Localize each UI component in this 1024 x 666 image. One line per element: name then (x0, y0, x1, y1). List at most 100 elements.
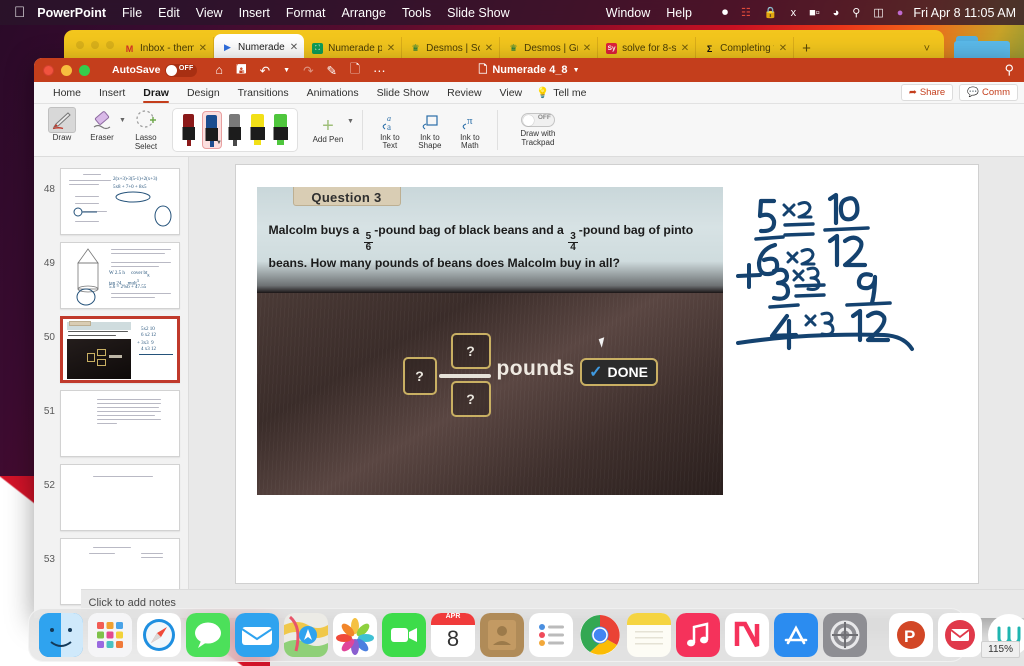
screen-lock-icon[interactable]: 🔒 (764, 6, 778, 19)
new-tab-button[interactable]: + (794, 40, 819, 60)
thumbnail-slide-50[interactable]: 50 5x2 10 6 x2 12 + 3x3 9 4 x3 12 (34, 309, 188, 383)
record-icon[interactable]: ⏺ (722, 5, 728, 20)
chevron-down-icon[interactable]: ▼ (573, 67, 580, 74)
close-icon[interactable]: ✕ (387, 43, 395, 54)
answer-box-denominator[interactable]: ? (450, 381, 491, 417)
browser-tab-desmos-graph[interactable]: ♛ Desmos | Grap ✕ (500, 37, 599, 60)
dock-app-music[interactable] (676, 613, 720, 657)
dock-app-app-store[interactable] (774, 613, 818, 657)
browser-tab-completing-the[interactable]: Σ Completing the ✕ (696, 37, 795, 60)
bluetooth-icon[interactable]: x (791, 7, 797, 19)
control-center-icon[interactable]: ◫ (873, 6, 883, 19)
dock-app-system-preferences[interactable] (823, 613, 867, 657)
search-icon[interactable]: ⚲ (1004, 62, 1014, 78)
menu-item-tools[interactable]: Tools (402, 6, 431, 20)
minimize-window-button[interactable] (61, 64, 72, 76)
tab-insert[interactable]: Insert (90, 82, 134, 104)
tab-home[interactable]: Home (44, 82, 90, 104)
tab-design[interactable]: Design (178, 82, 229, 104)
tab-view[interactable]: View (491, 82, 532, 104)
dock-app-launchpad[interactable] (88, 613, 132, 657)
dock-app-safari[interactable] (137, 613, 181, 657)
close-window-button[interactable] (43, 64, 54, 76)
browser-tab-symbolab[interactable]: Sy solve for 8-sqr ✕ (598, 37, 697, 60)
dock-app-contacts[interactable] (480, 613, 524, 657)
lasso-select-button[interactable]: Lasso Select (126, 107, 166, 152)
search-icon[interactable]: ⚲ (852, 6, 860, 19)
share-button[interactable]: ➦ Share (900, 84, 954, 101)
chrome-browser-window[interactable]: M Inbox - themida ✕ ▶ Numerade ✕ ⛶ Numer… (64, 30, 944, 60)
thumbnail-slide-52[interactable]: 52 (34, 457, 188, 531)
redo-icon[interactable]: ↷ (303, 63, 313, 78)
close-icon[interactable]: ✕ (681, 43, 689, 54)
browser-tab-inbox[interactable]: M Inbox - themida ✕ (116, 37, 214, 60)
menu-item-format[interactable]: Format (286, 6, 326, 20)
menubar-app-name[interactable]: PowerPoint (37, 6, 106, 20)
tab-transitions[interactable]: Transitions (229, 82, 298, 104)
close-icon[interactable]: ✕ (199, 43, 207, 54)
menu-item-window[interactable]: Window (606, 6, 650, 20)
menubar-clock[interactable]: Fri Apr 8 11:05 AM (913, 6, 1016, 20)
thumbnail-slide-49[interactable]: 49 W 2.5 h cover btg tan 24 mult3 5.6 = … (34, 235, 188, 309)
menu-item-edit[interactable]: Edit (158, 6, 180, 20)
tell-me-search[interactable]: 💡 Tell me (531, 86, 586, 100)
save-icon[interactable]: 🖪 (236, 60, 247, 81)
answer-box-whole[interactable]: ? (402, 357, 437, 395)
current-slide-canvas[interactable]: Question 3 Malcolm buys a 5 6 -pound bag… (80, 165, 1024, 615)
maximize-window-button[interactable] (79, 64, 90, 76)
ink-to-shape-button[interactable]: Ink to Shape (411, 110, 449, 151)
answer-box-numerator[interactable]: ? (450, 333, 491, 369)
ink-to-math-button[interactable]: π Ink to Math (451, 110, 489, 151)
pen-chevron-down-icon[interactable]: ▼ (216, 140, 222, 146)
menu-item-arrange[interactable]: Arrange (341, 6, 385, 20)
teams-icon[interactable]: ☷ (741, 6, 751, 19)
undo-icon[interactable]: ↶ (260, 63, 270, 78)
tab-animations[interactable]: Animations (298, 82, 368, 104)
dock-app-calendar[interactable]: APR 8 (431, 613, 475, 657)
green-highlighter[interactable] (271, 111, 291, 149)
dock-app-reminders[interactable] (529, 613, 573, 657)
embedded-question-screenshot[interactable]: Question 3 Malcolm buys a 5 6 -pound bag… (256, 187, 723, 495)
menu-item-file[interactable]: File (122, 6, 142, 20)
format-painter-icon[interactable]: ✎ (327, 63, 337, 78)
dock-app-news[interactable] (725, 613, 769, 657)
menu-item-view[interactable]: View (196, 6, 223, 20)
autosave-switch[interactable]: OFF (165, 63, 198, 77)
dock-app-notes[interactable] (627, 613, 671, 657)
browser-tab-desmos-science[interactable]: ♛ Desmos | Scien ✕ (402, 37, 501, 60)
dock-app-powerpoint[interactable]: P (889, 613, 933, 657)
dock-app-facetime[interactable] (382, 613, 426, 657)
tab-review[interactable]: Review (438, 82, 490, 104)
comments-button[interactable]: 💬 Comm (959, 84, 1018, 101)
eraser-chevron-down-icon[interactable]: ▼ (119, 117, 126, 124)
apple-logo-icon[interactable]:  (14, 5, 25, 20)
dock-app-mail[interactable] (235, 613, 279, 657)
chevron-down-icon[interactable]: ▼ (283, 67, 290, 74)
slide-thumbnail-panel[interactable]: 48 2(x+3)-3(5-1)+2(x+3) 5x8 + 7+0 + 8x5 (34, 157, 189, 618)
new-slide-icon[interactable]: 🗋 (350, 60, 360, 81)
wifi-icon[interactable]: ◕ (833, 7, 840, 19)
dock-app-maps[interactable] (284, 613, 328, 657)
menu-item-insert[interactable]: Insert (239, 6, 270, 20)
chevron-down-icon[interactable]: ˅ (924, 43, 930, 55)
draw-with-trackpad-toggle[interactable]: OFF Draw with Trackpad (510, 113, 566, 147)
home-icon[interactable]: ⌂ (215, 63, 223, 77)
yellow-highlighter[interactable] (248, 111, 268, 149)
autosave-toggle[interactable]: AutoSave OFF (112, 63, 198, 77)
eraser-tool-button[interactable]: Eraser (82, 107, 122, 142)
browser-tab-numerade[interactable]: ▶ Numerade ✕ (214, 34, 305, 60)
thumbnail-slide-48[interactable]: 48 2(x+3)-3(5-1)+2(x+3) 5x8 + 7+0 + 8x5 (34, 161, 188, 235)
siri-icon[interactable]: ● (897, 7, 904, 19)
browser-tab-numerade-pay[interactable]: ⛶ Numerade pay ✕ (304, 37, 403, 60)
close-icon[interactable]: ✕ (485, 43, 493, 54)
gray-pencil[interactable] (225, 111, 245, 149)
close-icon[interactable]: ✕ (779, 43, 787, 54)
tab-draw[interactable]: Draw (134, 82, 178, 104)
dock-app-finder[interactable] (39, 613, 83, 657)
trackpad-switch[interactable]: OFF (520, 113, 555, 128)
red-pen[interactable] (179, 111, 199, 149)
dock-app-messages[interactable] (186, 613, 230, 657)
dock-app-outlook[interactable] (938, 613, 982, 657)
close-icon[interactable]: ✕ (290, 42, 298, 53)
close-icon[interactable]: ✕ (583, 43, 591, 54)
